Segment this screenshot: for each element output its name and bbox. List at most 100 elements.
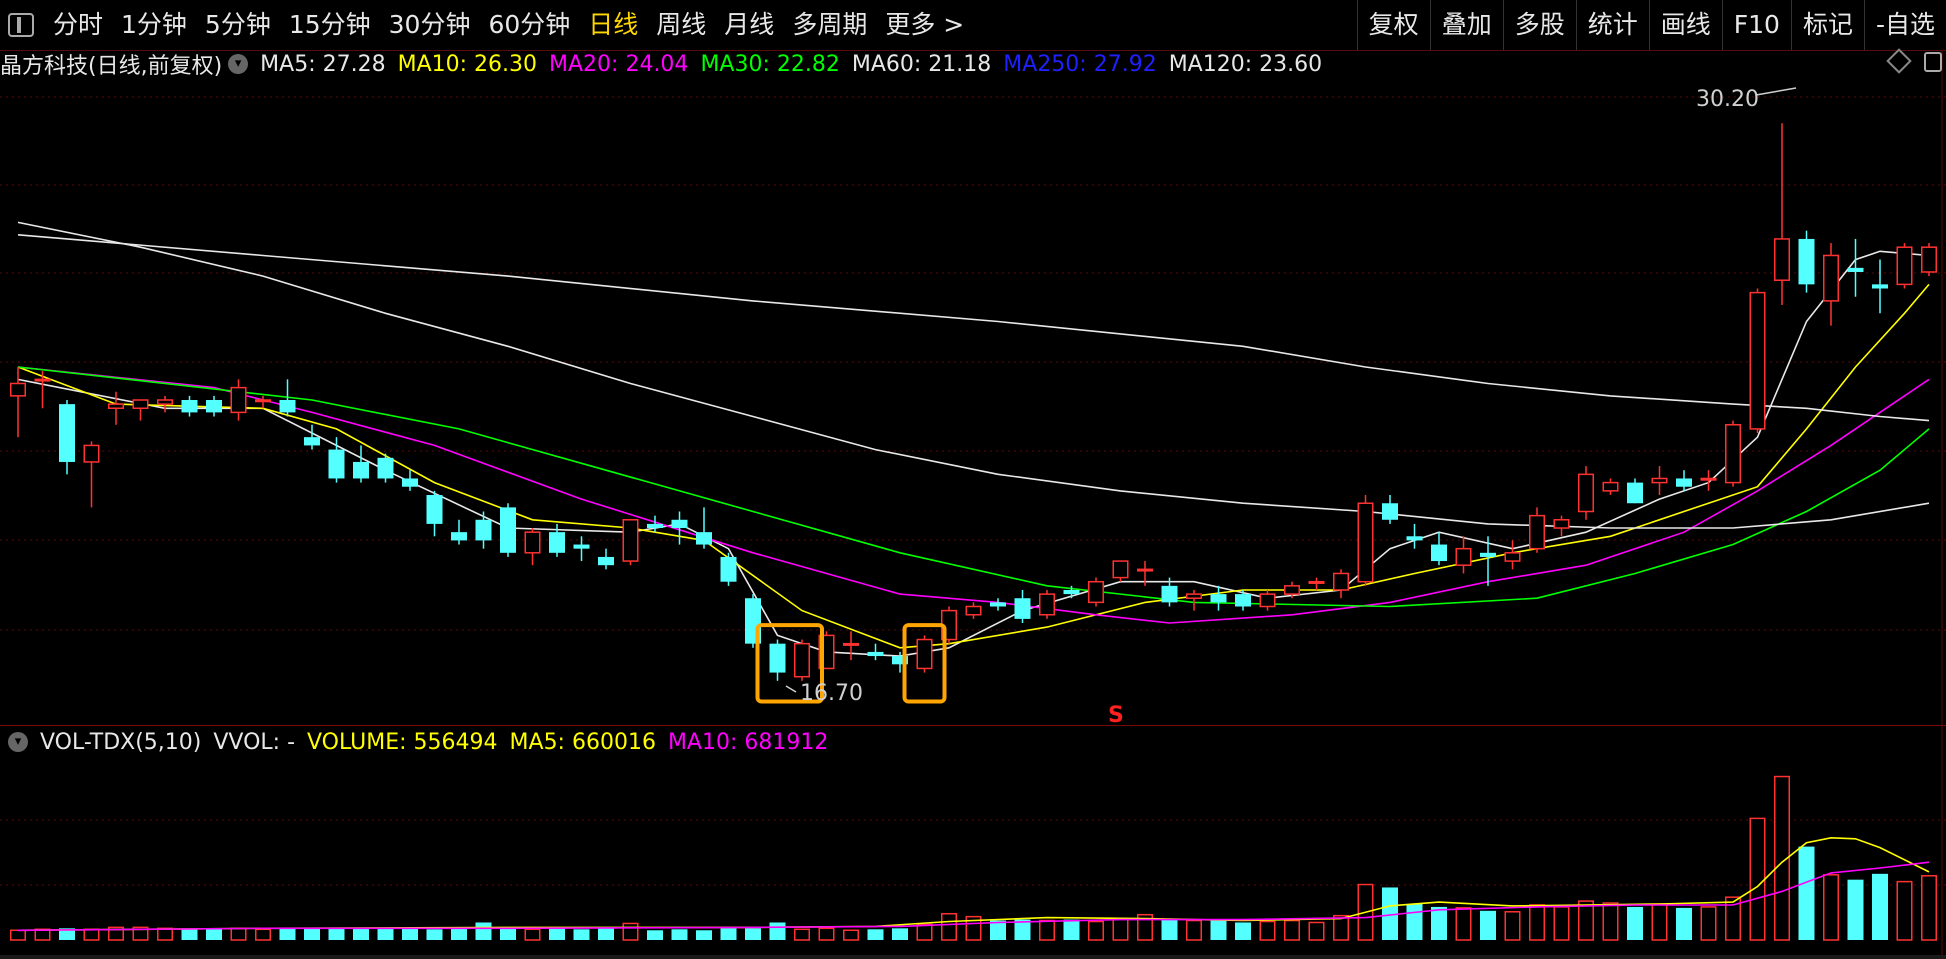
- candle-body: [1725, 424, 1741, 484]
- candle-body: [1847, 267, 1864, 272]
- tool-button-2[interactable]: 多股: [1502, 0, 1576, 50]
- stock-title: 晶方科技(日线,前复权): [0, 54, 223, 79]
- candle-body: [59, 404, 75, 462]
- volume-bar: [157, 927, 173, 941]
- candle-body: [647, 523, 663, 529]
- candle-body: [1676, 478, 1692, 487]
- volume-bar: [720, 928, 737, 940]
- period-tabs: 分时 1分钟 5分钟 15分钟 30分钟 60分钟 日线 周线 月线 多周期 更多 >: [0, 0, 973, 50]
- candle-body: [1137, 568, 1153, 572]
- period-toolbar: 分时 1分钟 5分钟 15分钟 30分钟 60分钟 日线 周线 月线 多周期 更多 > 复权 叠加 多股…: [0, 0, 1946, 51]
- candle-body: [230, 386, 247, 414]
- tool-button-5[interactable]: F10: [1721, 0, 1791, 50]
- volume-bar: [1504, 911, 1521, 941]
- tool-buttons: 复权 叠加 多股 统计 画线 F10 标记 -自选: [1356, 0, 1946, 50]
- candle-body: [696, 532, 712, 545]
- candle-body: [1406, 536, 1423, 541]
- volume-legend-item: MA5: 660016: [509, 729, 656, 755]
- tool-button-0[interactable]: 复权: [1356, 0, 1430, 50]
- ma-legend-item: MA120: 23.60: [1168, 51, 1323, 77]
- period-tab-9[interactable]: 多周期: [783, 0, 876, 50]
- tool-button-3[interactable]: 统计: [1575, 0, 1649, 50]
- candle-body: [1749, 291, 1766, 430]
- ma-legend-item: MA30: 22.82: [700, 51, 840, 77]
- vvol-value: VVOL: -: [213, 729, 296, 755]
- period-tab-10[interactable]: 更多 >: [876, 0, 973, 50]
- low-arrow: [785, 685, 797, 693]
- volume-bar: [794, 928, 810, 941]
- panel-icon[interactable]: [1924, 52, 1942, 72]
- bottom-indicator-strip: [0, 955, 1946, 959]
- volume-bar: [1798, 846, 1815, 940]
- ma-line-ma10: [17, 283, 1930, 649]
- volume-bar: [524, 928, 541, 941]
- candle-body: [524, 531, 541, 554]
- tool-button-4[interactable]: 画线: [1648, 0, 1722, 50]
- period-tab-0[interactable]: 分时: [44, 0, 112, 50]
- chevron-down-icon[interactable]: ▾: [8, 732, 28, 752]
- candle-body: [157, 399, 173, 405]
- candle-body: [794, 642, 810, 678]
- volume-bar: [1578, 900, 1594, 941]
- volume-bar: [549, 928, 565, 940]
- panel-toggle-icon[interactable]: [8, 13, 34, 37]
- volume-bar: [867, 929, 884, 940]
- candle-body: [1088, 580, 1104, 604]
- candle-body: [549, 532, 565, 553]
- candle-body: [1627, 482, 1643, 504]
- volume-bar: [1235, 922, 1251, 940]
- period-tab-6[interactable]: 日线: [579, 0, 647, 50]
- period-tab-5[interactable]: 60分钟: [479, 0, 579, 50]
- volume-bar: [1896, 880, 1913, 941]
- candle-body: [10, 382, 26, 397]
- volume-bar: [892, 928, 908, 940]
- period-tab-7[interactable]: 周线: [647, 0, 715, 50]
- candle-body: [843, 642, 859, 646]
- tool-button-6[interactable]: 标记: [1790, 0, 1864, 50]
- ma-legend-item: MA250: 27.92: [1003, 51, 1157, 77]
- candle-body: [206, 400, 222, 413]
- ma-legend-item: MA60: 21.18: [851, 51, 992, 77]
- candle-body: [1700, 477, 1717, 481]
- candle-body: [1186, 593, 1202, 599]
- candle-body: [475, 519, 492, 541]
- candle-body: [1774, 238, 1790, 281]
- volume-bar: [1627, 906, 1643, 940]
- candle-body: [304, 437, 320, 446]
- period-tab-2[interactable]: 5分钟: [196, 0, 280, 50]
- volume-bar: [696, 930, 712, 940]
- price-legend: 晶方科技(日线,前复权) ▾ MA5: 27.28 MA10: 26.30 MA20…: [0, 50, 1346, 80]
- volume-bar: [353, 928, 369, 940]
- tool-button-7[interactable]: -自选: [1863, 0, 1946, 50]
- volume-bar: [1676, 907, 1692, 940]
- period-tab-4[interactable]: 30分钟: [380, 0, 480, 50]
- candle-body: [328, 449, 345, 479]
- candle-body: [1112, 560, 1129, 579]
- volume-bar: [1480, 910, 1496, 940]
- chart-grid: [0, 50, 1946, 955]
- ma-line-ma5: [17, 250, 1930, 657]
- volume-bar: [671, 929, 688, 940]
- candle-body: [1872, 284, 1888, 289]
- candle-body: [1921, 246, 1937, 273]
- candle-body: [1480, 552, 1496, 557]
- candle-body: [181, 400, 198, 413]
- candle-body: [1235, 594, 1251, 607]
- period-tab-3[interactable]: 15分钟: [280, 0, 380, 50]
- kline-chart[interactable]: 30.20 16.70 S: [0, 0, 1946, 959]
- period-tab-1[interactable]: 1分钟: [112, 0, 196, 50]
- candle-body: [1039, 593, 1055, 616]
- candle-body: [720, 556, 737, 582]
- candle-body: [1382, 503, 1398, 520]
- period-tab-8[interactable]: 月线: [715, 0, 783, 50]
- chevron-down-icon[interactable]: ▾: [228, 54, 249, 74]
- tool-button-1[interactable]: 叠加: [1429, 0, 1503, 50]
- volume-bars: [10, 775, 1937, 941]
- volume-bar: [1872, 873, 1888, 940]
- volume-bar: [1088, 920, 1104, 941]
- volume-bar: [1186, 919, 1202, 941]
- ma-line-ma60: [17, 234, 1930, 422]
- candle-body: [1259, 593, 1276, 608]
- volume-bar: [1847, 879, 1864, 940]
- candle-body: [573, 544, 590, 549]
